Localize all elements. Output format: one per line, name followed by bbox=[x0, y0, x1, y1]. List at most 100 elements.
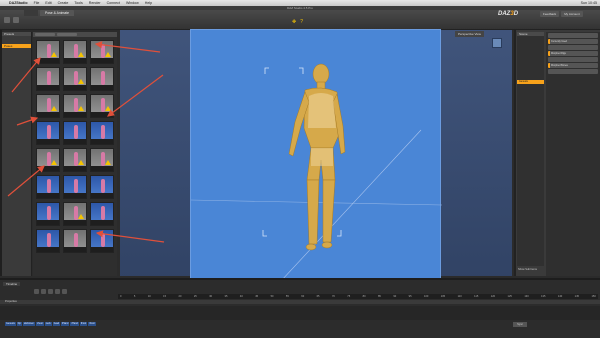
ruler-tick: 60 bbox=[301, 295, 305, 298]
scene-list: Genesis bbox=[517, 36, 544, 266]
grid-sort[interactable] bbox=[57, 33, 77, 36]
tag[interactable]: abdomen bbox=[22, 322, 35, 326]
tag[interactable]: hip bbox=[16, 322, 22, 326]
menu-file[interactable]: File bbox=[34, 1, 40, 5]
pose-thumb[interactable] bbox=[90, 175, 114, 199]
pose-thumb[interactable] bbox=[90, 121, 114, 145]
pose-tool-icon[interactable]: ✥ bbox=[292, 19, 296, 25]
pose-thumb[interactable] bbox=[63, 175, 87, 199]
pose-thumb[interactable] bbox=[63, 148, 87, 172]
pose-thumb[interactable] bbox=[90, 148, 114, 172]
ruler-tick: 130 bbox=[524, 295, 529, 298]
pose-thumb[interactable] bbox=[36, 94, 60, 118]
figure-icon bbox=[101, 71, 105, 85]
pose-thumb[interactable] bbox=[63, 94, 87, 118]
tag[interactable]: lHand bbox=[61, 322, 70, 326]
pose-thumb[interactable] bbox=[36, 202, 60, 226]
timeline-track[interactable] bbox=[0, 300, 600, 304]
pose-thumb[interactable] bbox=[90, 40, 114, 64]
ruler-tick: 100 bbox=[424, 295, 429, 298]
param-row[interactable] bbox=[548, 45, 598, 50]
warning-icon bbox=[78, 106, 84, 111]
show-sub-items-checkbox[interactable]: Show Sub Items bbox=[518, 268, 537, 271]
pose-thumb[interactable] bbox=[36, 40, 60, 64]
warning-icon bbox=[78, 79, 84, 84]
tag[interactable]: lFoot bbox=[79, 322, 88, 326]
camera-selector[interactable]: Perspective View bbox=[455, 31, 484, 37]
pose-thumb[interactable] bbox=[90, 94, 114, 118]
tool-icon[interactable] bbox=[4, 17, 10, 23]
playback-controls bbox=[34, 289, 67, 294]
menu-render[interactable]: Render bbox=[89, 1, 101, 5]
pose-thumb[interactable] bbox=[36, 148, 60, 172]
grid-filter[interactable] bbox=[35, 33, 55, 36]
timeline-title[interactable]: Timeline bbox=[3, 282, 21, 286]
content-grid-panel bbox=[33, 32, 117, 276]
pose-thumb[interactable] bbox=[90, 229, 114, 253]
param-row[interactable] bbox=[548, 69, 598, 74]
tab-other[interactable] bbox=[24, 10, 38, 16]
sync-button[interactable]: Sync bbox=[513, 322, 527, 327]
viewport-tools: ✥ ? bbox=[292, 19, 303, 25]
pose-thumb[interactable] bbox=[63, 202, 87, 226]
clock: Sun 10:45 bbox=[580, 1, 597, 5]
next-frame-button[interactable] bbox=[55, 289, 60, 294]
pose-thumb[interactable] bbox=[63, 40, 87, 64]
help-icon[interactable]: ? bbox=[300, 19, 303, 25]
parameters-panel: Currently Used Morphed Rigs Morphed Bone… bbox=[546, 32, 600, 276]
menu-edit[interactable]: Edit bbox=[45, 1, 51, 5]
my-account-button[interactable]: My Account bbox=[561, 11, 583, 17]
pose-thumb[interactable] bbox=[63, 121, 87, 145]
pose-thumb[interactable] bbox=[90, 202, 114, 226]
tab-pose-animate[interactable]: Pose & Animate bbox=[40, 10, 74, 16]
menu-create[interactable]: Create bbox=[58, 1, 69, 5]
param-row[interactable] bbox=[548, 33, 598, 38]
last-frame-button[interactable] bbox=[62, 289, 67, 294]
menu-window[interactable]: Window bbox=[126, 1, 139, 5]
menu-help[interactable]: Help bbox=[145, 1, 152, 5]
param-row[interactable]: Morphed Rigs bbox=[548, 51, 598, 56]
menu-tools[interactable]: Tools bbox=[74, 1, 82, 5]
cube-gizmo-icon[interactable] bbox=[492, 38, 502, 48]
param-row[interactable]: Morphed Bones bbox=[548, 63, 598, 68]
keyframe-area[interactable] bbox=[0, 306, 600, 320]
menu-connect[interactable]: Connect bbox=[107, 1, 120, 5]
tag[interactable]: neck bbox=[44, 322, 52, 326]
library-item-poses[interactable]: Poses bbox=[2, 44, 31, 48]
ruler-tick: 135 bbox=[541, 295, 546, 298]
ruler-tick: 55 bbox=[285, 295, 289, 298]
ruler-tick: 0 bbox=[120, 295, 122, 298]
pose-thumb[interactable] bbox=[36, 121, 60, 145]
tag[interactable]: Genesis bbox=[5, 322, 16, 326]
pose-thumb[interactable] bbox=[63, 229, 87, 253]
pose-thumb[interactable] bbox=[63, 67, 87, 91]
grid-toolbar bbox=[33, 32, 117, 37]
scene-row[interactable] bbox=[517, 88, 544, 92]
tag[interactable]: rFoot bbox=[88, 322, 96, 326]
pose-thumb[interactable] bbox=[36, 229, 60, 253]
app-name[interactable]: DAZStudio bbox=[9, 1, 28, 5]
pose-thumb[interactable] bbox=[36, 175, 60, 199]
param-row[interactable]: Currently Used bbox=[548, 39, 598, 44]
pose-thumb[interactable] bbox=[36, 67, 60, 91]
warning-icon bbox=[105, 106, 111, 111]
ruler-tick: 110 bbox=[457, 295, 462, 298]
ruler-tick: 80 bbox=[362, 295, 366, 298]
figure-render bbox=[190, 63, 443, 282]
right-pane-tabs[interactable] bbox=[514, 30, 516, 276]
pose-thumb[interactable] bbox=[90, 67, 114, 91]
warning-icon bbox=[78, 214, 84, 219]
play-button[interactable] bbox=[48, 289, 53, 294]
3d-viewport[interactable] bbox=[190, 29, 443, 282]
pose-thumbnails bbox=[36, 40, 114, 253]
ruler-tick: 70 bbox=[331, 295, 335, 298]
tool-icon[interactable] bbox=[13, 17, 19, 23]
first-frame-button[interactable] bbox=[34, 289, 39, 294]
tag[interactable]: chest bbox=[35, 322, 44, 326]
param-row[interactable] bbox=[548, 57, 598, 62]
timeline-ruler[interactable]: 0 5 10 15 20 25 30 35 40 45 50 55 60 65 70 75 80 85 90 95 10… bbox=[118, 294, 598, 299]
feedback-button[interactable]: Feedback bbox=[540, 11, 560, 17]
tag[interactable]: head bbox=[52, 322, 61, 326]
prev-frame-button[interactable] bbox=[41, 289, 46, 294]
tag[interactable]: rHand bbox=[70, 322, 79, 326]
